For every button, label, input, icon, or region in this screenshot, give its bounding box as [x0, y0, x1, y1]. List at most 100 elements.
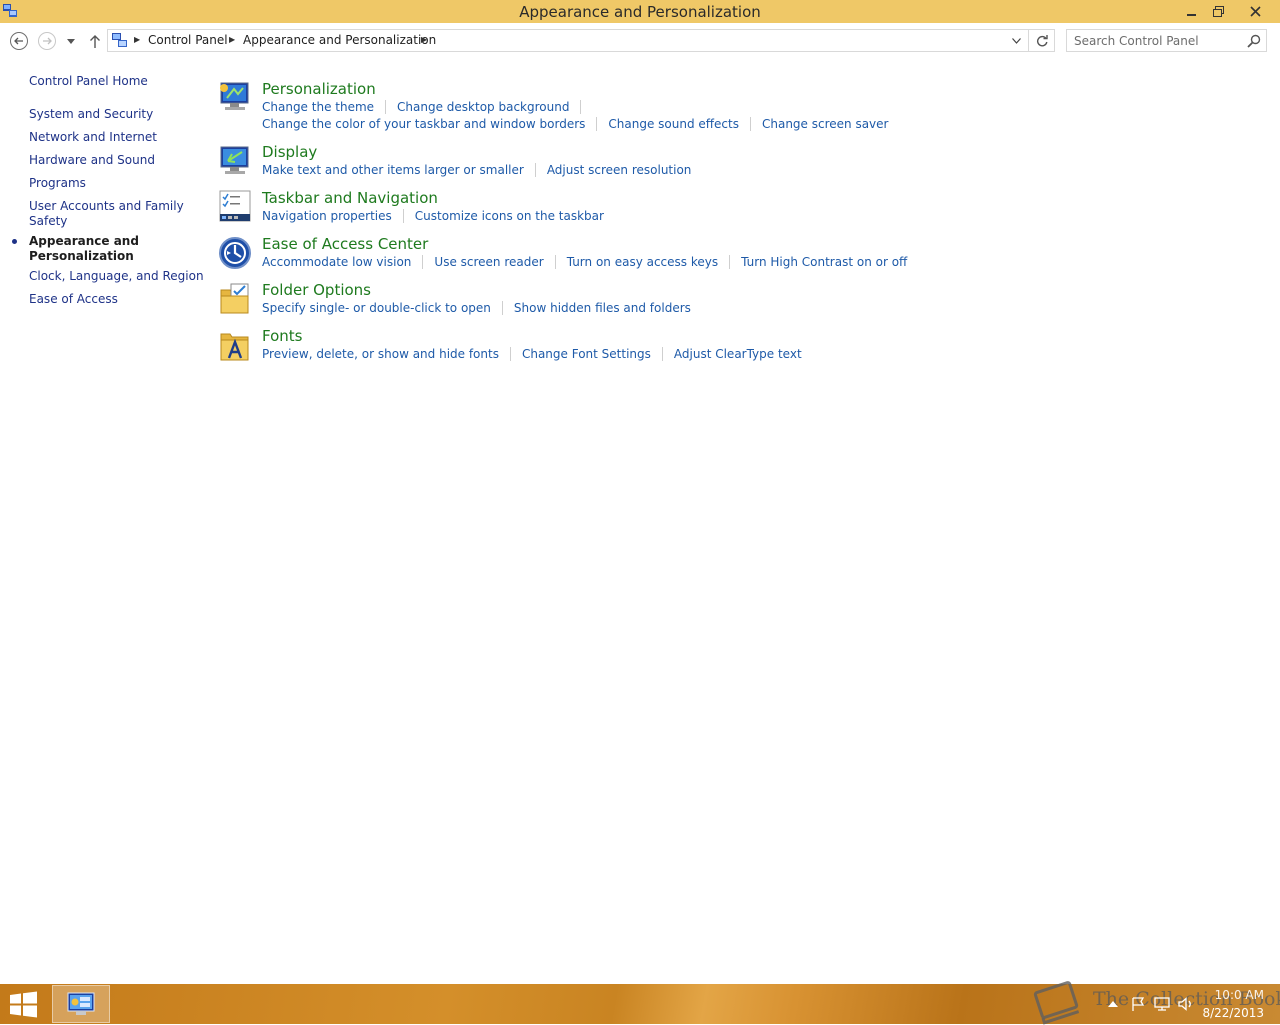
close-button[interactable]	[1232, 0, 1278, 23]
refresh-icon	[1036, 34, 1048, 46]
show-hidden-icons-button[interactable]	[1106, 984, 1120, 1024]
up-arrow-icon	[90, 35, 100, 48]
title-bar: Appearance and Personalization	[0, 0, 1280, 23]
restore-button[interactable]	[1206, 0, 1230, 23]
minimize-button[interactable]	[1180, 0, 1204, 23]
taskbar-navigation-title-link[interactable]: Taskbar and Navigation	[262, 189, 438, 207]
display-title-link[interactable]: Display	[262, 143, 317, 161]
adjust-cleartype-text-link[interactable]: Adjust ClearType text	[674, 347, 802, 361]
customize-taskbar-icons-link[interactable]: Customize icons on the taskbar	[415, 209, 604, 223]
taskbar-control-panel-button[interactable]	[52, 985, 110, 1023]
control-panel-taskbar-icon	[67, 992, 95, 1015]
task-separator	[554, 255, 556, 269]
single-double-click-link[interactable]: Specify single- or double-click to open	[262, 301, 491, 315]
accommodate-low-vision-link[interactable]: Accommodate low vision	[262, 255, 411, 269]
nav-clock-language-and-region[interactable]: Clock, Language, and Region	[29, 269, 204, 284]
flag-icon	[1132, 997, 1145, 1011]
back-arrow-icon	[10, 32, 28, 50]
address-dropdown-button[interactable]	[1006, 30, 1026, 51]
forward-button[interactable]	[37, 31, 57, 51]
navigation-properties-link[interactable]: Navigation properties	[262, 209, 392, 223]
folder-options-icon[interactable]	[218, 282, 252, 316]
chevron-up-icon	[1108, 1001, 1118, 1007]
ease-of-access-icon[interactable]	[218, 236, 252, 270]
clock-date[interactable]: 8/22/2013	[1200, 1006, 1264, 1020]
task-separator	[385, 100, 387, 114]
taskbar: The Collection Book 10:0 AM 8/22/2013	[0, 981, 1280, 1025]
change-screen-saver-link[interactable]: Change screen saver	[762, 117, 889, 131]
preview-delete-fonts-link[interactable]: Preview, delete, or show and hide fonts	[262, 347, 499, 361]
turn-high-contrast-link[interactable]: Turn High Contrast on or off	[741, 255, 907, 269]
clock-time[interactable]: 10:0 AM	[1210, 988, 1264, 1002]
search-box[interactable]	[1066, 29, 1267, 52]
personalization-title-link[interactable]: Personalization	[262, 80, 376, 98]
task-separator	[422, 255, 424, 269]
fonts-tasks-row: Preview, delete, or show and hide fonts …	[262, 347, 802, 361]
book-watermark-icon	[1033, 981, 1080, 1025]
change-taskbar-color-link[interactable]: Change the color of your taskbar and win…	[262, 117, 585, 131]
turn-on-easy-access-keys-link[interactable]: Turn on easy access keys	[567, 255, 718, 269]
fonts-title-link[interactable]: Fonts	[262, 327, 302, 345]
windows-start-icon[interactable]	[8, 991, 39, 1018]
control-panel-icon	[112, 33, 127, 47]
task-separator	[729, 255, 731, 269]
breadcrumb-separator-icon[interactable]: ▶	[134, 35, 140, 44]
chevron-down-icon	[1011, 37, 1021, 44]
chevron-down-icon	[67, 38, 75, 44]
nav-user-accounts-and-family-safety[interactable]: User Accounts and Family	[29, 199, 184, 214]
restore-icon	[1212, 6, 1224, 17]
close-icon	[1249, 6, 1261, 17]
refresh-button[interactable]	[1028, 30, 1054, 51]
display-icon[interactable]	[218, 144, 252, 178]
navigation-bar: ▶ Control Panel ▶ Appearance and Persona…	[0, 23, 1280, 60]
search-icon[interactable]	[1247, 34, 1261, 48]
nav-hardware-and-sound[interactable]: Hardware and Sound	[29, 153, 155, 168]
task-separator	[534, 163, 536, 177]
breadcrumb-appearance[interactable]: Appearance and Personalization	[243, 33, 436, 47]
action-center-button[interactable]	[1128, 984, 1148, 1024]
back-button[interactable]	[9, 31, 29, 51]
change-desktop-background-link[interactable]: Change desktop background	[397, 100, 569, 114]
taskbar-tasks-row: Navigation properties Customize icons on…	[262, 209, 604, 223]
nav-programs[interactable]: Programs	[29, 176, 86, 191]
folder-options-title-link[interactable]: Folder Options	[262, 281, 371, 299]
network-button[interactable]	[1152, 984, 1172, 1024]
volume-button[interactable]	[1176, 984, 1196, 1024]
taskbar-icon[interactable]	[218, 189, 252, 223]
personalization-icon[interactable]	[218, 80, 252, 114]
recent-locations-button[interactable]	[65, 35, 77, 47]
nav-system-and-security[interactable]: System and Security	[29, 107, 153, 122]
window-title: Appearance and Personalization	[519, 3, 761, 21]
task-separator	[596, 117, 598, 131]
current-item-bullet	[12, 239, 17, 244]
personalization-tasks-row-2: Change the color of your taskbar and win…	[262, 117, 888, 131]
personalization-tasks-row-1: Change the theme Change desktop backgrou…	[262, 100, 592, 114]
fonts-icon[interactable]	[218, 328, 252, 362]
forward-arrow-icon	[38, 32, 56, 50]
change-sound-effects-link[interactable]: Change sound effects	[608, 117, 739, 131]
up-button[interactable]	[87, 32, 103, 50]
search-input[interactable]	[1067, 30, 1243, 51]
use-screen-reader-link[interactable]: Use screen reader	[434, 255, 543, 269]
ease-of-access-center-title-link[interactable]: Ease of Access Center	[262, 235, 428, 253]
make-text-larger-link[interactable]: Make text and other items larger or smal…	[262, 163, 524, 177]
display-tasks-row: Make text and other items larger or smal…	[262, 163, 691, 177]
breadcrumb-separator-icon[interactable]: ▶	[229, 35, 235, 44]
folder-options-tasks-row: Specify single- or double-click to open …	[262, 301, 691, 315]
nav-ease-of-access[interactable]: Ease of Access	[29, 292, 118, 307]
nav-appearance-and-personalization: Appearance and	[29, 234, 139, 248]
control-panel-home-link[interactable]: Control Panel Home	[29, 74, 148, 89]
minimize-icon	[1187, 13, 1196, 16]
adjust-screen-resolution-link[interactable]: Adjust screen resolution	[547, 163, 692, 177]
address-bar[interactable]: ▶ Control Panel ▶ Appearance and Persona…	[107, 29, 1055, 52]
breadcrumb-control-panel[interactable]: Control Panel	[148, 33, 228, 47]
task-separator	[509, 347, 511, 361]
task-separator	[501, 301, 503, 315]
show-hidden-files-link[interactable]: Show hidden files and folders	[514, 301, 691, 315]
nav-network-and-internet[interactable]: Network and Internet	[29, 130, 157, 145]
task-separator	[580, 100, 582, 114]
breadcrumb-separator-icon[interactable]: ▶	[421, 35, 427, 44]
nav-user-accounts-and-family-safety-line2[interactable]: Safety	[29, 214, 67, 229]
change-theme-link[interactable]: Change the theme	[262, 100, 374, 114]
change-font-settings-link[interactable]: Change Font Settings	[522, 347, 651, 361]
